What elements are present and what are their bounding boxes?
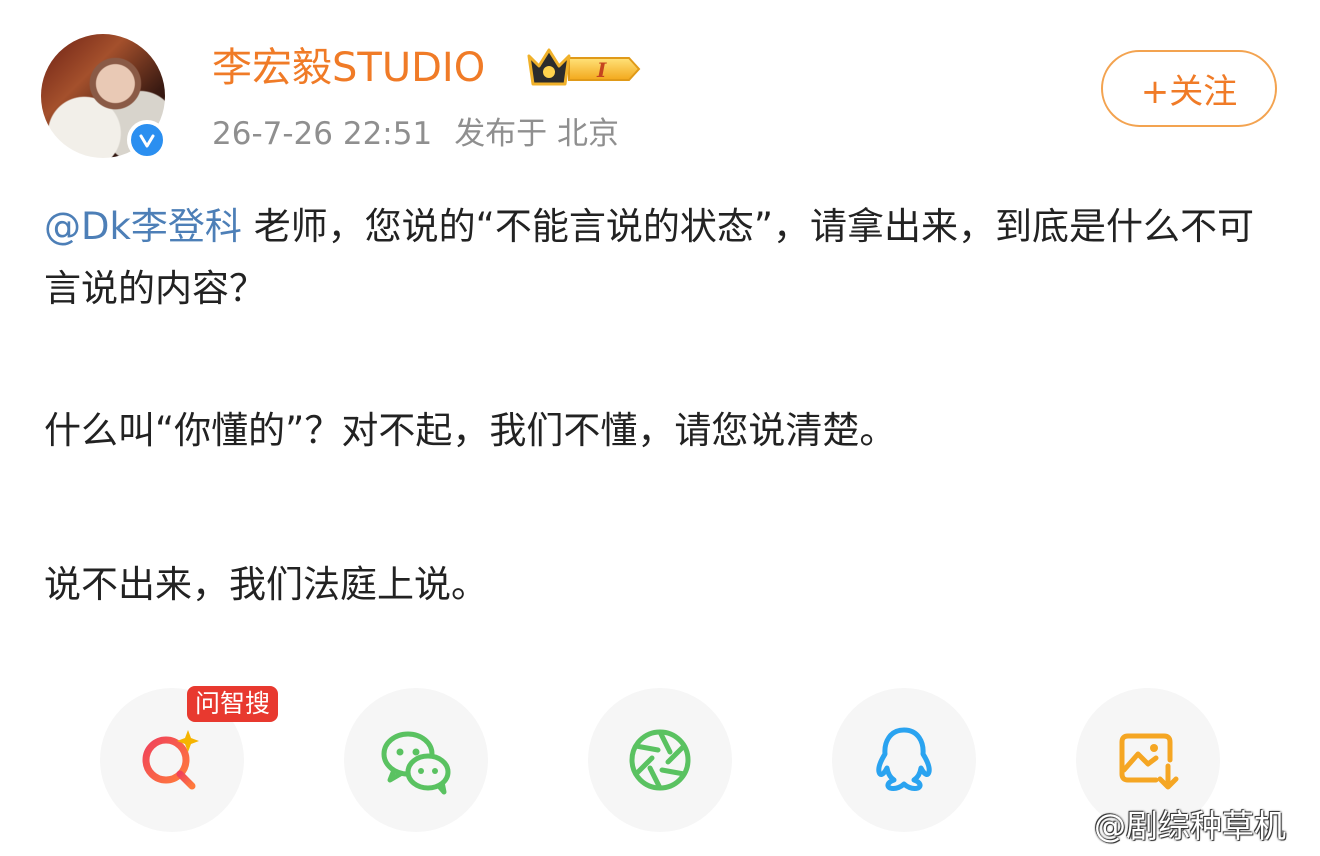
post-meta: 26-7-26 22:51 发布于 北京	[212, 112, 619, 156]
post-paragraph: 什么叫“你懂的”？对不起，我们不懂，请您说清楚。	[44, 409, 897, 452]
ai-search-tag: 问智搜	[187, 686, 279, 722]
qq-icon	[876, 727, 932, 791]
post-body: @Dk李登科 老师，您说的“不能言说的状态”，请拿出来，到底是什么不可言说的内容…	[44, 196, 1284, 708]
verified-icon	[127, 120, 167, 160]
timestamp: 26-7-26 22:51	[212, 116, 433, 152]
avatar[interactable]	[41, 34, 169, 162]
crown-badge-icon: I	[525, 44, 643, 94]
post-paragraph: @Dk李登科 老师，您说的“不能言说的状态”，请拿出来，到底是什么不可言说的内容…	[44, 196, 1284, 320]
moments-icon	[629, 729, 691, 791]
watermark: @剧综种草机	[1094, 807, 1287, 845]
post-paragraph: 说不出来，我们法庭上说。	[44, 563, 488, 606]
mention-link[interactable]: @Dk李登科	[44, 205, 242, 248]
share-moments-button[interactable]	[588, 688, 732, 832]
location-prefix: 发布于	[454, 116, 548, 152]
wechat-icon	[381, 731, 451, 795]
username[interactable]: 李宏毅STUDIO	[212, 40, 485, 96]
follow-button[interactable]: +关注	[1101, 50, 1277, 127]
location: 北京	[557, 116, 620, 152]
share-qq-button[interactable]	[832, 688, 976, 832]
ai-search-icon	[142, 730, 199, 790]
share-wechat-button[interactable]	[344, 688, 488, 832]
badge-level: I	[596, 58, 607, 82]
save-image-icon	[1119, 733, 1179, 790]
